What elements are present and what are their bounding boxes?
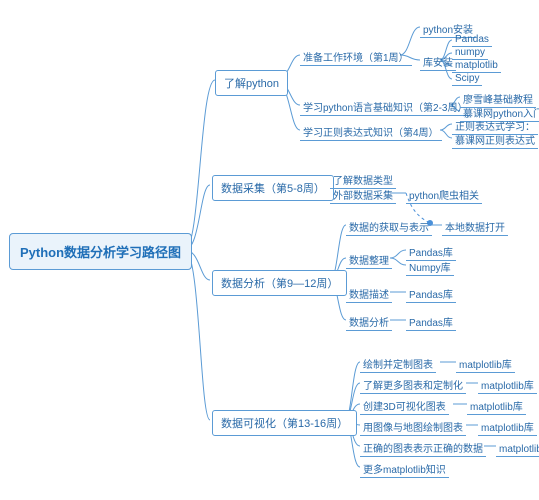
branch-collect[interactable]: 数据采集（第5-8周）	[212, 175, 334, 201]
leaf-crawler[interactable]: python爬虫相关	[406, 186, 482, 204]
leaf-draw-custom[interactable]: 绘制并定制图表	[360, 355, 436, 373]
leaf-mpl-3[interactable]: matplotlib库	[467, 397, 526, 415]
leaf-pandas4[interactable]: Pandas库	[406, 313, 456, 331]
node-prep-env[interactable]: 准备工作环境（第1周）	[300, 48, 412, 66]
leaf-matplotlib[interactable]: matplotlib	[452, 59, 501, 73]
node-learn-regex[interactable]: 学习正则表达式知识（第4周）	[300, 123, 442, 141]
leaf-pandas3[interactable]: Pandas库	[406, 285, 456, 303]
leaf-get-show[interactable]: 数据的获取与表示	[346, 218, 432, 236]
leaf-external-collect[interactable]: 外部数据采集	[330, 186, 396, 204]
branch-viz[interactable]: 数据可视化（第13-16周）	[212, 410, 357, 436]
leaf-more-charts[interactable]: 了解更多图表和定制化	[360, 376, 466, 394]
leaf-numpy[interactable]: numpy	[452, 46, 488, 60]
branch-analyze[interactable]: 数据分析（第9—12周）	[212, 270, 347, 296]
leaf-pandas[interactable]: Pandas	[452, 33, 492, 47]
leaf-scipy[interactable]: Scipy	[452, 72, 482, 86]
root-node[interactable]: Python数据分析学习路径图	[9, 233, 192, 270]
leaf-correct-chart[interactable]: 正确的图表表示正确的数据	[360, 439, 486, 457]
leaf-clean[interactable]: 数据整理	[346, 251, 392, 269]
leaf-more-mpl[interactable]: 更多matplotlib知识	[360, 460, 449, 478]
leaf-mpl-5[interactable]: matplotlib库	[496, 439, 539, 457]
leaf-analyze[interactable]: 数据分析	[346, 313, 392, 331]
leaf-mpl-1[interactable]: matplotlib库	[456, 355, 515, 373]
leaf-describe[interactable]: 数据描述	[346, 285, 392, 303]
branch-learn-python[interactable]: 了解python	[215, 70, 288, 96]
leaf-mpl-4[interactable]: matplotlib库	[478, 418, 537, 436]
leaf-mooc-regex[interactable]: 慕课网正则表达式	[452, 131, 538, 149]
leaf-local-open[interactable]: 本地数据打开	[442, 218, 508, 236]
leaf-image-map[interactable]: 用图像与地图绘制图表	[360, 418, 466, 436]
leaf-3d[interactable]: 创建3D可视化图表	[360, 397, 449, 415]
leaf-numpy2[interactable]: Numpy库	[406, 258, 454, 276]
leaf-lib-install[interactable]: 库安装	[420, 53, 456, 71]
node-learn-basics[interactable]: 学习python语言基础知识（第2-3周）	[300, 98, 470, 116]
leaf-mpl-2[interactable]: matplotlib库	[478, 376, 537, 394]
